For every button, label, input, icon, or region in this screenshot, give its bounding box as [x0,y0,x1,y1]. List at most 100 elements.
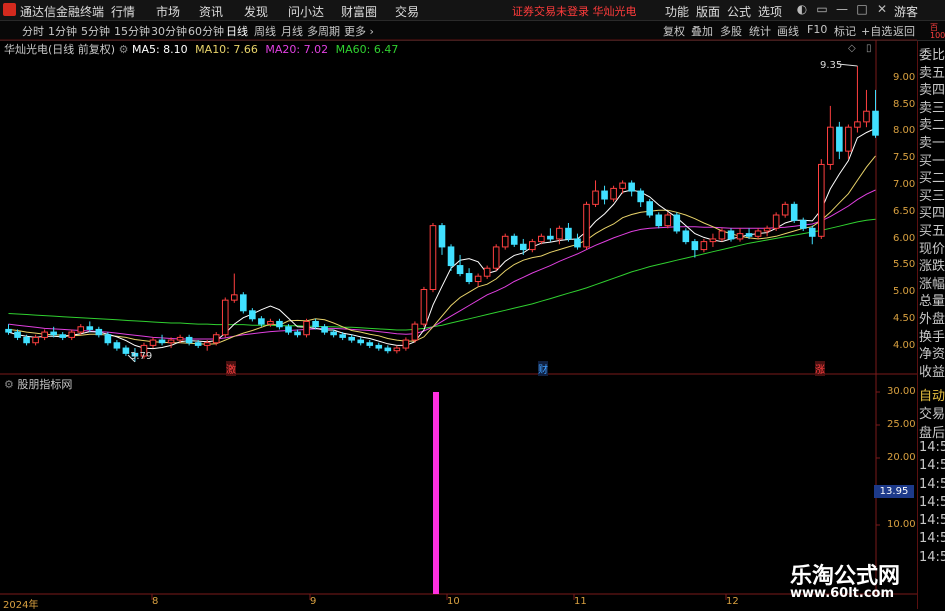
quote-field-label: 净资 [919,347,945,363]
tick-time: 14:56 [919,513,945,529]
candle-body [68,331,76,338]
panel-toggle-icon[interactable]: ▯ [866,43,872,54]
quote-field-label: 总量 [919,294,945,310]
candle-body [113,342,121,349]
candle-body [185,336,193,344]
quote-field-label: 买五 [919,224,945,239]
candle-body [14,331,21,338]
candle-body [854,121,861,128]
candle-body [646,201,654,216]
candle-body [203,342,211,346]
candle-body [781,203,789,216]
candle-body [691,241,699,251]
price-tick: 7.50 [893,152,916,163]
candle-body [583,203,590,248]
indicator-tick: 25.00 [887,419,916,430]
candle-body [59,334,67,338]
event-mark-1[interactable]: 激 [226,361,236,376]
candle-body [601,190,608,200]
indicator-tick: 10.00 [887,519,916,530]
tick-time: 14:56 [919,531,945,547]
candle-body [727,230,735,240]
candle-body [420,289,428,325]
tick-time: 14:56 [919,494,945,510]
candle-body [411,323,419,341]
indicator-title[interactable]: ⚙ 股朋指标网 [4,376,72,392]
quote-field-label: 涨幅 [919,276,945,292]
x-tick: 11 [574,596,587,607]
candle-body [501,235,509,248]
trade-mode-label[interactable]: 自动 [919,385,945,404]
candle-body [754,230,762,237]
quote-field-label: 卖五 [919,65,945,81]
candle-body [474,275,482,283]
candle-body [330,331,337,336]
indicator-bar [433,392,439,594]
indicator-current-value: 13.95 [874,485,914,498]
candle-body [438,225,446,248]
candle-body [95,328,103,336]
candle-body [276,320,283,328]
candle-body [122,347,130,354]
candle-body [249,310,256,320]
candle-body [510,235,518,245]
candle-body [574,238,581,248]
candle-body [77,326,85,333]
candle-body [402,339,410,349]
tick-time: 14:56 [919,439,945,455]
x-tick: 12 [726,596,739,607]
candle-body [339,334,346,338]
price-tick: 7.00 [893,179,916,190]
candle-body [682,230,690,243]
quote-field-label: 买三 [919,188,945,204]
price-tick: 8.00 [893,125,916,136]
candle-body [456,265,464,275]
candle-body [592,190,599,205]
candle-body [808,227,816,237]
low-price-mark: 3.79 [130,351,153,362]
candle-body [664,214,672,227]
kline-chart[interactable] [0,0,917,609]
candle-body [312,320,319,328]
candle-body [763,227,771,232]
candle-body [149,339,157,346]
event-mark-3[interactable]: 涨 [815,361,825,376]
candle-body [167,339,175,344]
candle-body [610,187,617,200]
price-tick: 6.50 [893,206,916,217]
candle-body [429,225,437,291]
x-tick: 8 [152,596,159,607]
candle-body [863,110,870,123]
candle-body [718,230,726,240]
candle-body [556,227,563,240]
candle-body [872,110,879,136]
diamond-icon[interactable]: ◇ [848,43,856,54]
candle-body [547,235,554,240]
price-tick: 4.50 [893,313,916,324]
candle-body [221,299,229,336]
candle-body [176,336,184,341]
high-price-mark: 9.35 [820,60,843,71]
quote-field-label: 委比 [919,48,945,63]
candle-body [384,347,392,352]
candle-body [492,246,500,269]
candle-body [709,238,717,243]
quote-field-label: 卖四 [919,83,945,99]
candle-body [673,214,681,232]
candle-body [836,126,843,152]
quote-field-label: 换手 [919,329,945,345]
candle-body [393,347,401,352]
price-tick: 4.00 [893,340,916,351]
candle-body [366,342,374,346]
candle-body [529,241,536,251]
candle-body [230,294,238,301]
candle-body [447,246,455,267]
x-tick: 10 [447,596,460,607]
event-mark-2[interactable]: 财 [538,361,548,376]
candle-body [32,336,39,344]
candle-body [212,334,220,344]
price-tick: 9.00 [893,72,916,83]
candle-body [827,126,834,165]
tick-time: 14:56 [919,476,945,492]
candle-body [5,328,12,333]
